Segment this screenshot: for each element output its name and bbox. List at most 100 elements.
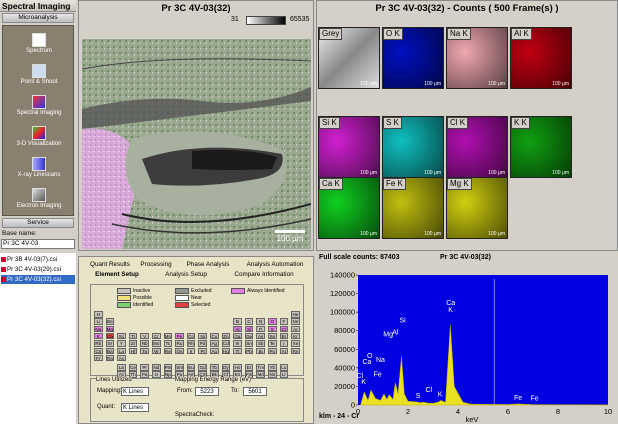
element-yb[interactable]: Yb	[268, 364, 277, 371]
tool-electron-imaging[interactable]: Electron Imaging	[3, 186, 75, 216]
element-pb[interactable]: Pb	[244, 347, 254, 354]
element-np-actinide[interactable]: Np	[163, 371, 173, 378]
element-w[interactable]: W	[152, 347, 161, 354]
element-sc[interactable]: Sc	[117, 332, 126, 340]
element-br[interactable]: Br	[279, 332, 289, 340]
tab-processing[interactable]: Processing	[137, 260, 175, 269]
element-as[interactable]: As	[256, 332, 265, 340]
element-pt[interactable]: Pt	[198, 347, 207, 354]
element-tb[interactable]: Tb	[210, 364, 219, 371]
element-lr-actinide[interactable]: Lr	[279, 371, 289, 378]
element-u-actinide[interactable]: U	[152, 371, 161, 378]
element-er[interactable]: Er	[244, 364, 254, 371]
element-ra[interactable]: Ra	[105, 354, 115, 362]
map-fe-k[interactable]: Fe K 100 µm	[382, 177, 444, 239]
element-re[interactable]: Re	[163, 347, 173, 354]
element-co[interactable]: Co	[186, 332, 196, 340]
microanalysis-button[interactable]: Microanalysis	[2, 13, 74, 23]
map-si-k[interactable]: Si K 100 µm	[318, 116, 380, 178]
element-sr[interactable]: Sr	[105, 340, 115, 347]
map-ca-k[interactable]: Ca K 100 µm	[318, 177, 380, 239]
element-i[interactable]: I	[279, 340, 289, 347]
element-tl[interactable]: Tl	[233, 347, 242, 354]
element-k[interactable]: K	[94, 332, 103, 340]
element-pm[interactable]: Pm	[163, 364, 173, 371]
element-sb[interactable]: Sb	[256, 340, 265, 347]
energy-from-input[interactable]: 5223	[195, 387, 219, 396]
tool-spectral-imaging[interactable]: Spectral Imaging	[3, 93, 75, 123]
element-at[interactable]: At	[279, 347, 289, 354]
element-he[interactable]: He	[291, 311, 300, 318]
element-ni[interactable]: Ni	[198, 332, 207, 340]
element-fe[interactable]: Fe	[175, 332, 184, 340]
map-grey[interactable]: Grey 100 µm	[318, 27, 380, 89]
element-in[interactable]: In	[233, 340, 242, 347]
element-ar[interactable]: Ar	[291, 325, 300, 333]
element-n[interactable]: N	[256, 318, 265, 325]
file-item-selected[interactable]: Pr 3C 4V-03(32).csi	[1, 275, 75, 284]
element-ho[interactable]: Ho	[233, 364, 242, 371]
element-rn[interactable]: Rn	[291, 347, 300, 354]
element-lu[interactable]: Lu	[279, 364, 289, 371]
element-h[interactable]: H	[94, 311, 103, 318]
element-eu[interactable]: Eu	[186, 364, 196, 371]
file-item[interactable]: Pr 3B 4V-03(7).csi	[1, 255, 75, 264]
element-ce[interactable]: Ce	[128, 364, 138, 371]
element-be[interactable]: Be	[105, 318, 115, 325]
tool-3d-visualization[interactable]: 3-D Visualization	[3, 124, 75, 154]
electron-image[interactable]: 100 µm	[82, 39, 311, 249]
map-al-k[interactable]: Al K 100 µm	[510, 27, 572, 89]
element-ac[interactable]: Ac	[117, 354, 126, 362]
element-rh[interactable]: Rh	[186, 340, 196, 347]
element-po[interactable]: Po	[268, 347, 277, 354]
element-os[interactable]: Os	[175, 347, 184, 354]
element-ag[interactable]: Ag	[210, 340, 219, 347]
tool-linescan[interactable]: X-ray Linescans	[3, 155, 75, 185]
element-zr[interactable]: Zr	[128, 340, 138, 347]
element-ta[interactable]: Ta	[140, 347, 149, 354]
element-pd[interactable]: Pd	[198, 340, 207, 347]
element-c[interactable]: C	[244, 318, 254, 325]
element-hf[interactable]: Hf	[128, 347, 138, 354]
element-gd[interactable]: Gd	[198, 364, 207, 371]
element-la[interactable]: La	[117, 364, 126, 371]
energy-to-input[interactable]: 5601	[243, 387, 267, 396]
element-y[interactable]: Y	[117, 340, 126, 347]
mapping-select[interactable]: K Lines	[121, 387, 149, 396]
element-pa-actinide[interactable]: Pa	[140, 371, 149, 378]
element-xe[interactable]: Xe	[291, 340, 300, 347]
service-button[interactable]: Service	[2, 218, 74, 228]
map-o-k[interactable]: O K 100 µm	[382, 27, 444, 89]
tab-phase-analysis[interactable]: Phase Analysis	[183, 260, 233, 269]
element-al[interactable]: Al	[233, 325, 242, 333]
element-nb[interactable]: Nb	[140, 340, 149, 347]
element-ga[interactable]: Ga	[233, 332, 242, 340]
element-tm[interactable]: Tm	[256, 364, 265, 371]
map-s-k[interactable]: S K 100 µm	[382, 116, 444, 178]
tool-point-shoot[interactable]: Point & Shoot	[3, 62, 75, 92]
map-na-k[interactable]: Na K 100 µm	[446, 27, 508, 89]
element-cr[interactable]: Cr	[152, 332, 161, 340]
element-mo[interactable]: Mo	[152, 340, 161, 347]
map-cl-k[interactable]: Cl K 100 µm	[446, 116, 508, 178]
element-li[interactable]: Li	[94, 318, 103, 325]
element-mn[interactable]: Mn	[163, 332, 173, 340]
element-te[interactable]: Te	[268, 340, 277, 347]
tool-spectrum[interactable]: Spectrum	[3, 31, 75, 61]
element-cl[interactable]: Cl	[279, 325, 289, 333]
element-md-actinide[interactable]: Md	[256, 371, 265, 378]
element-cd[interactable]: Cd	[221, 340, 231, 347]
element-ne[interactable]: Ne	[291, 318, 300, 325]
element-sm[interactable]: Sm	[175, 364, 184, 371]
element-b[interactable]: B	[233, 318, 242, 325]
element-au[interactable]: Au	[210, 347, 219, 354]
element-si[interactable]: Si	[244, 325, 254, 333]
element-cs[interactable]: Cs	[94, 347, 103, 354]
file-item[interactable]: Pr 3C 4V-03(29).csi	[1, 265, 75, 274]
element-la[interactable]: La	[117, 347, 126, 354]
element-f[interactable]: F	[279, 318, 289, 325]
element-nd[interactable]: Nd	[152, 364, 161, 371]
map-k-k[interactable]: K K 100 µm	[510, 116, 572, 178]
element-ti[interactable]: Ti	[128, 332, 138, 340]
element-v[interactable]: V	[140, 332, 149, 340]
